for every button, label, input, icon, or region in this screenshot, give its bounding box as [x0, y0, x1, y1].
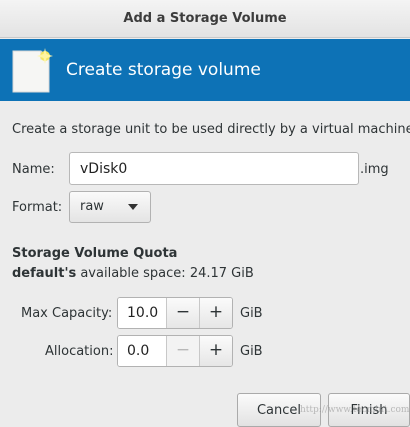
- max-capacity-label: Max Capacity:: [21, 306, 113, 321]
- max-capacity-input[interactable]: [118, 298, 166, 328]
- format-selected-value: raw: [80, 199, 104, 214]
- allocation-increment-button[interactable]: +: [199, 336, 232, 366]
- pool-name: default's: [12, 266, 77, 281]
- window-title: Add a Storage Volume: [123, 11, 287, 26]
- allocation-unit: GiB: [240, 344, 263, 359]
- max-capacity-increment-button[interactable]: +: [199, 298, 232, 328]
- format-label: Format:: [12, 200, 63, 215]
- window-titlebar: Add a Storage Volume: [0, 0, 410, 38]
- allocation-decrement-button[interactable]: −: [166, 336, 199, 366]
- finish-button[interactable]: Finish: [328, 393, 410, 427]
- quota-section-title: Storage Volume Quota: [12, 246, 178, 261]
- available-space-text: default's available space: 24.17 GiB: [12, 266, 254, 281]
- description-text: Create a storage unit to be used directl…: [12, 122, 410, 137]
- allocation-input[interactable]: [118, 336, 166, 366]
- chevron-down-icon: [128, 204, 138, 210]
- cancel-button[interactable]: Cancel: [237, 393, 321, 427]
- format-dropdown[interactable]: raw: [69, 191, 151, 223]
- name-input[interactable]: [69, 152, 359, 185]
- max-capacity-spinner: − +: [117, 297, 233, 329]
- allocation-label: Allocation:: [45, 344, 114, 359]
- name-label: Name:: [12, 162, 55, 177]
- max-capacity-unit: GiB: [240, 306, 263, 321]
- name-suffix: .img: [360, 162, 389, 177]
- available-space-value: 24.17 GiB: [189, 266, 254, 281]
- allocation-spinner: − +: [117, 335, 233, 367]
- max-capacity-decrement-button[interactable]: −: [166, 298, 199, 328]
- banner-title: Create storage volume: [66, 60, 261, 80]
- header-banner: Create storage volume: [0, 39, 410, 101]
- new-volume-icon: [12, 48, 53, 93]
- available-space-label: available space:: [80, 266, 186, 281]
